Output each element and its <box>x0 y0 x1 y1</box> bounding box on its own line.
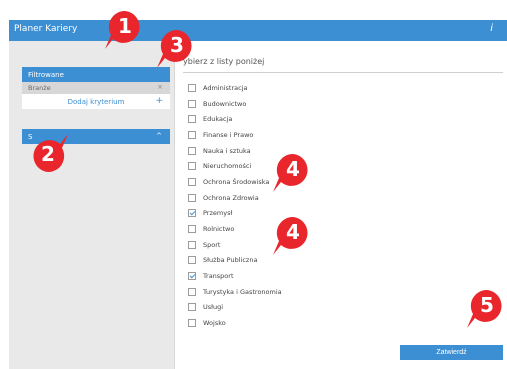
option-checkbox[interactable] <box>188 209 196 218</box>
option-item[interactable]: Przemysł <box>188 206 282 222</box>
option-checkbox[interactable] <box>188 115 196 124</box>
option-label: Służba Publiczna <box>203 256 258 265</box>
callout-pin: 5 <box>467 288 507 328</box>
option-item[interactable]: Finanse i Prawo <box>188 127 282 143</box>
option-label: Sport <box>203 240 221 249</box>
app-title: Planer Kariery <box>14 24 78 34</box>
callout-number: 3 <box>170 33 184 57</box>
add-criterion-button[interactable]: Dodaj kryterium + <box>22 94 170 109</box>
option-label: Nieruchomości <box>203 162 252 171</box>
option-label: Rolnictwo <box>203 225 235 234</box>
option-checkbox[interactable] <box>188 193 196 202</box>
option-checkbox[interactable] <box>188 303 196 312</box>
option-item[interactable]: Transport <box>188 268 282 284</box>
filter-panel-heading[interactable]: Filtrowane <box>22 67 170 82</box>
callout-pin: 1 <box>105 9 145 49</box>
option-label: Transport <box>203 272 234 281</box>
option-item[interactable]: Rolnictwo <box>188 221 282 237</box>
option-item[interactable]: Ochrona Zdrowia <box>188 190 282 206</box>
option-item[interactable]: Nauka i sztuka <box>188 143 282 159</box>
option-checkbox[interactable] <box>188 130 196 139</box>
chevron-up-icon[interactable]: ^ <box>156 132 162 140</box>
option-checkbox[interactable] <box>188 99 196 108</box>
add-criterion-label: Dodaj kryterium <box>67 98 125 106</box>
option-list: Administracja Budownictwo Edukacja Finanse … <box>188 80 282 331</box>
callout-number: 2 <box>41 142 55 166</box>
callout-number: 4 <box>286 157 300 181</box>
option-item[interactable]: Wojsko <box>188 315 282 331</box>
option-checkbox[interactable] <box>188 240 196 249</box>
option-item[interactable]: Służba Publiczna <box>188 253 282 269</box>
option-label: Ochrona Środowiska <box>203 177 270 186</box>
option-label: Przemysł <box>203 209 233 218</box>
option-checkbox[interactable] <box>188 225 196 234</box>
option-label: Nauka i sztuka <box>203 146 251 155</box>
option-item[interactable]: Edukacja <box>188 111 282 127</box>
option-item[interactable]: Nieruchomości <box>188 158 282 174</box>
close-icon[interactable]: × <box>157 83 163 91</box>
callout-number: 4 <box>286 220 300 244</box>
confirm-button[interactable]: Zatwierdź <box>400 345 503 360</box>
title-bar: Planer Kariery i <box>9 20 507 41</box>
option-checkbox[interactable] <box>188 272 196 281</box>
option-item[interactable]: Ochrona Środowiska <box>188 174 282 190</box>
callout-pin: 3 <box>157 28 197 68</box>
option-label: Usługi <box>203 303 224 312</box>
option-item[interactable]: Turystyka i Gastronomia <box>188 284 282 300</box>
divider <box>183 72 503 73</box>
option-item[interactable]: Budownictwo <box>188 96 282 112</box>
option-label: Budownictwo <box>203 99 247 108</box>
callout-number: 1 <box>118 14 132 38</box>
option-checkbox[interactable] <box>188 319 196 328</box>
option-label: Turystyka i Gastronomia <box>203 287 282 296</box>
option-label: Ochrona Zdrowia <box>203 193 259 202</box>
callout-pin: 4 <box>273 215 313 255</box>
option-item[interactable]: Administracja <box>188 80 282 96</box>
option-checkbox[interactable] <box>188 256 196 265</box>
option-item[interactable]: Sport <box>188 237 282 253</box>
callout-number: 5 <box>480 293 494 317</box>
career-planner-app: Planer Kariery i Filtrowane Branże × Dod… <box>0 0 507 369</box>
option-checkbox[interactable] <box>188 287 196 296</box>
selected-filter-branches: Branże × <box>22 82 170 94</box>
option-label: Wojsko <box>203 319 226 328</box>
option-label: Edukacja <box>203 115 233 124</box>
option-checkbox[interactable] <box>188 146 196 155</box>
callout-pin: 4 <box>273 152 313 192</box>
option-checkbox[interactable] <box>188 177 196 186</box>
option-checkbox[interactable] <box>188 162 196 171</box>
selected-filter-label: Branże <box>28 84 51 92</box>
option-checkbox[interactable] <box>188 83 196 92</box>
option-label: Finanse i Prawo <box>203 130 254 139</box>
plus-icon[interactable]: + <box>155 96 163 106</box>
option-label: Administracja <box>203 83 248 92</box>
callout-pin: 2 <box>28 134 68 174</box>
option-item[interactable]: Usługi <box>188 300 282 316</box>
filter-panel: Filtrowane Branże × Dodaj kryterium + <box>22 67 170 109</box>
info-icon[interactable]: i <box>490 23 493 34</box>
